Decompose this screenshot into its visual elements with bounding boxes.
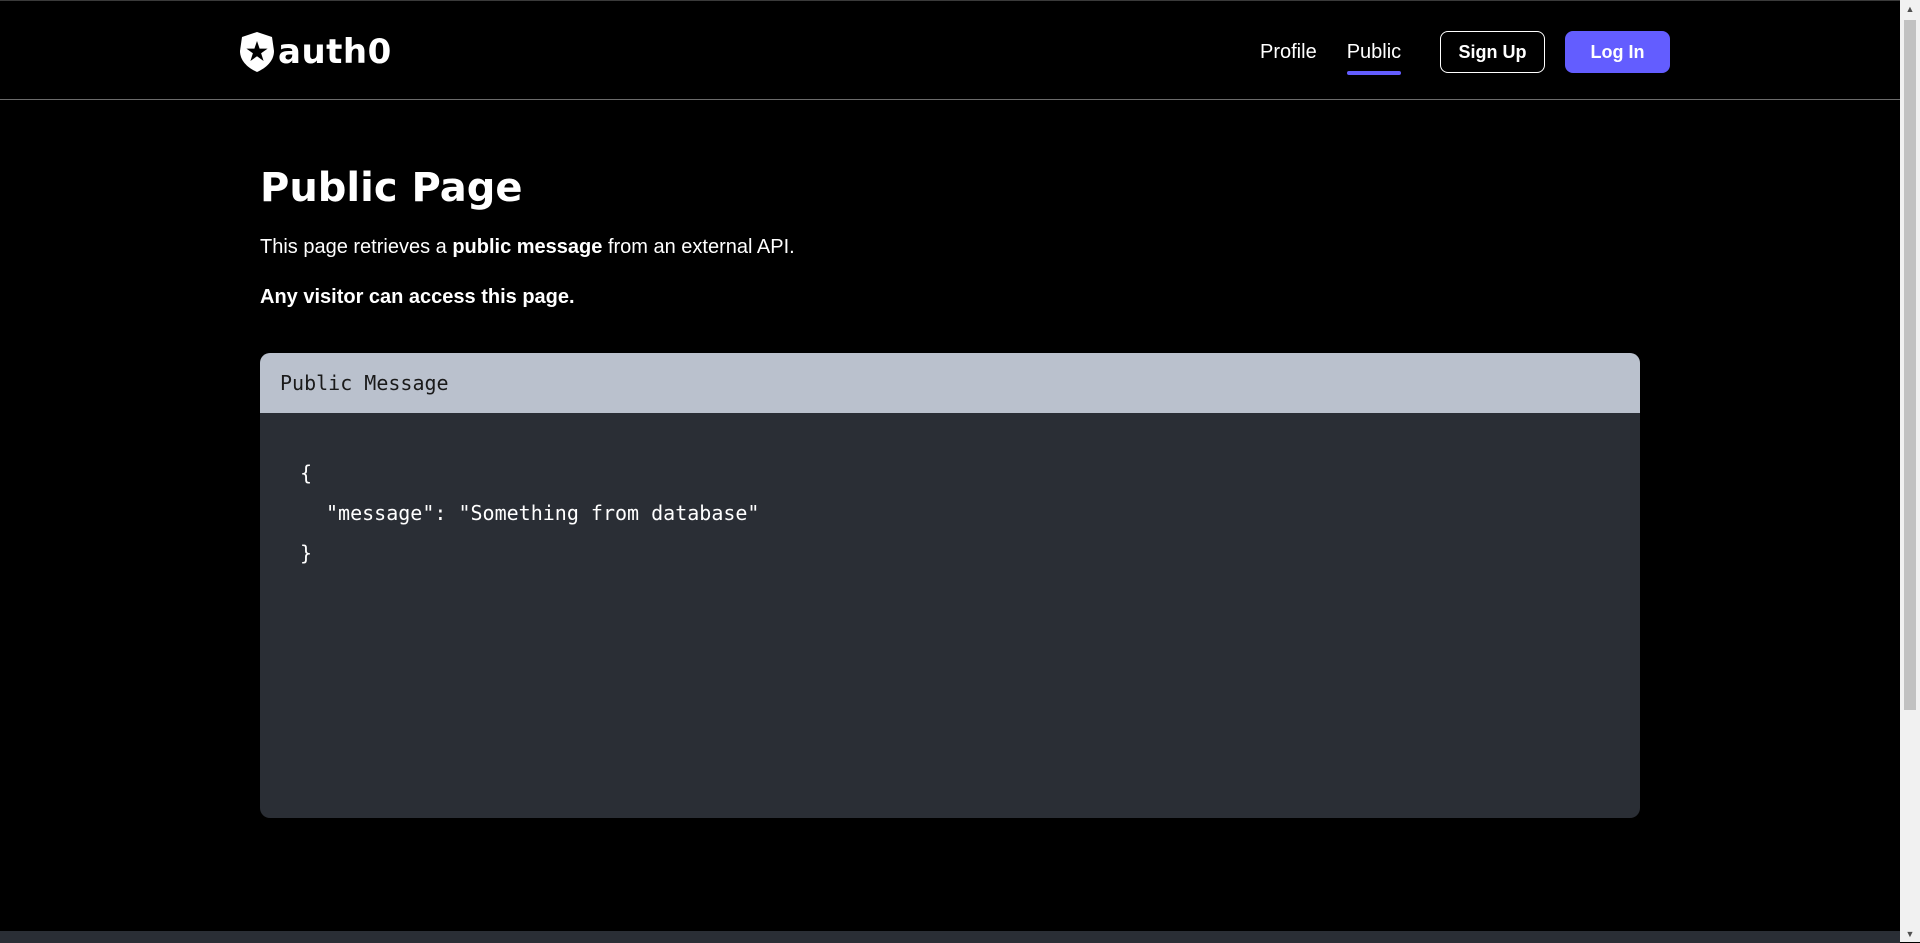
app-viewport: auth0 Profile Public Sign Up Log In Publ…	[0, 0, 1900, 943]
page-access-note: Any visitor can access this page.	[260, 286, 575, 308]
auth0-logo-icon	[240, 32, 274, 72]
page-title: Public Page	[260, 165, 523, 211]
scroll-down-arrow-icon[interactable]: ▼	[1900, 925, 1920, 942]
code-line-close: }	[300, 541, 313, 565]
top-navbar: auth0 Profile Public Sign Up Log In	[0, 1, 1900, 100]
nav-link-public[interactable]: Public	[1346, 31, 1402, 75]
brand-logo[interactable]: auth0	[238, 31, 392, 73]
sign-up-button[interactable]: Sign Up	[1440, 31, 1545, 73]
vertical-scrollbar[interactable]: ▲ ▼	[1900, 0, 1920, 942]
scroll-up-arrow-icon[interactable]: ▲	[1900, 0, 1920, 17]
page-description: This page retrieves a public message fro…	[260, 231, 1640, 263]
page-description-suffix: from an external API.	[602, 236, 795, 258]
scrollbar-thumb[interactable]	[1904, 20, 1916, 710]
nav-link-profile[interactable]: Profile	[1260, 31, 1317, 73]
code-line-message: "message": "Something from database"	[326, 501, 760, 525]
nav-links: Profile Public	[1260, 31, 1431, 75]
main-content: Public Page This page retrieves a public…	[260, 161, 1640, 818]
public-message-card: Public Message { "message": "Something fr…	[260, 353, 1640, 818]
brand-name: auth0	[278, 32, 392, 72]
page-description-prefix: This page retrieves a	[260, 236, 453, 258]
code-card-header: Public Message	[260, 353, 1640, 413]
footer-strip	[0, 931, 1900, 943]
log-in-button[interactable]: Log In	[1565, 31, 1670, 73]
code-card-body[interactable]: { "message": "Something from database"}	[260, 413, 1640, 613]
code-line-open: {	[300, 461, 313, 485]
page-description-bold: public message	[452, 236, 603, 258]
